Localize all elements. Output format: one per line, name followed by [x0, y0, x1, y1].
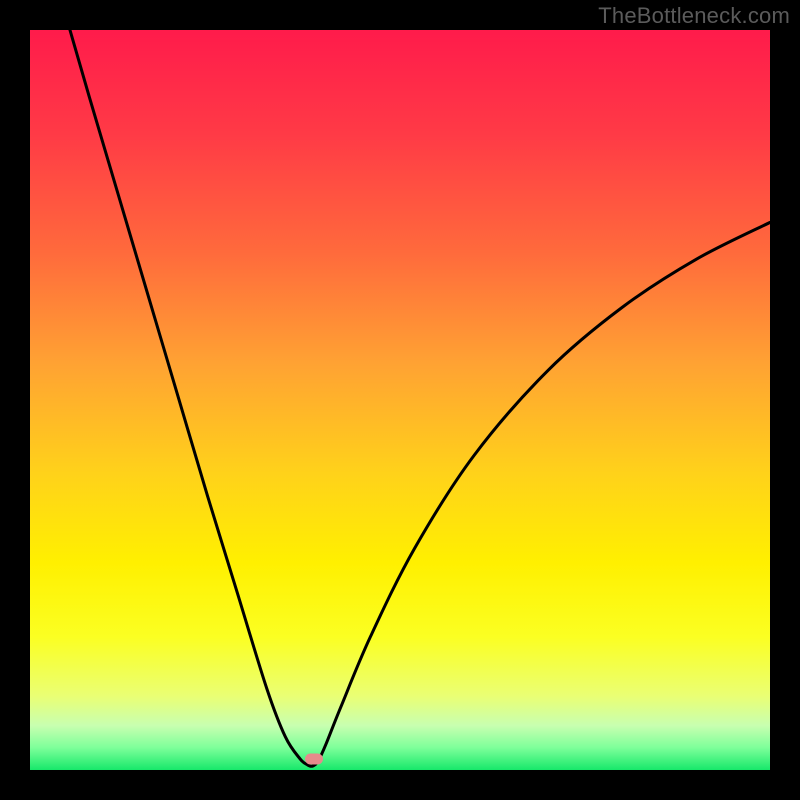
watermark-text: TheBottleneck.com	[598, 3, 790, 29]
curve-path	[70, 30, 770, 766]
bottleneck-curve	[30, 30, 770, 770]
optimal-marker	[305, 753, 323, 764]
plot-area	[30, 30, 770, 770]
chart-frame: TheBottleneck.com	[0, 0, 800, 800]
